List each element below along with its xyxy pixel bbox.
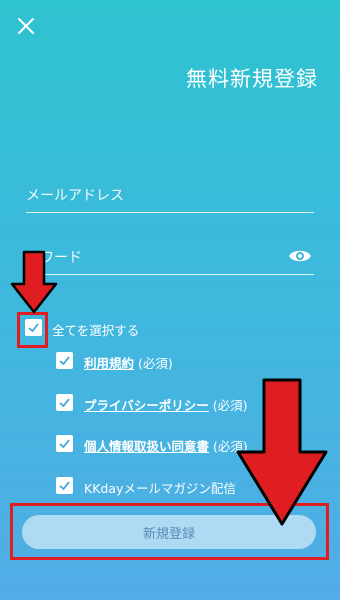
check-icon [59,398,70,408]
register-button[interactable]: 新規登録 [22,515,316,549]
password-field[interactable] [26,244,276,272]
email-field[interactable] [26,182,314,210]
email-field-wrapper [26,182,314,213]
terms-checkbox[interactable] [56,352,73,369]
newsletter-label: KKdayメールマガジン配信 [84,481,236,496]
check-icon [59,481,70,491]
check-icon [59,439,70,449]
newsletter-checkbox[interactable] [56,477,73,494]
page-title: 無料新規登録 [186,67,318,91]
select-all-label: 全てを選択する [52,323,140,338]
personal-info-consent-checkbox[interactable] [56,435,73,452]
red-arrow-down-large [236,378,328,526]
password-visibility-toggle[interactable] [288,247,312,265]
close-icon[interactable] [14,14,38,38]
terms-link[interactable]: 利用規約 [84,356,134,371]
password-field-wrapper [26,244,314,275]
required-note: (必須) [209,439,248,454]
privacy-policy-checkbox[interactable] [56,394,73,411]
required-note: (必須) [134,356,173,371]
personal-info-consent-link[interactable]: 個人情報取扱い同意書 [84,439,209,454]
close-button[interactable] [14,14,38,38]
personal-info-consent-label: 個人情報取扱い同意書 (必須) [84,436,248,455]
required-note: (必須) [208,398,248,413]
check-icon [28,323,39,333]
check-icon [59,356,70,366]
eye-icon[interactable] [288,247,312,265]
select-all-checkbox[interactable] [25,319,42,336]
privacy-policy-link[interactable]: プライバシーポリシー [84,398,209,413]
privacy-policy-label: プライバシーポリシー (必須) [84,395,248,414]
terms-label: 利用規約 (必須) [84,353,173,372]
